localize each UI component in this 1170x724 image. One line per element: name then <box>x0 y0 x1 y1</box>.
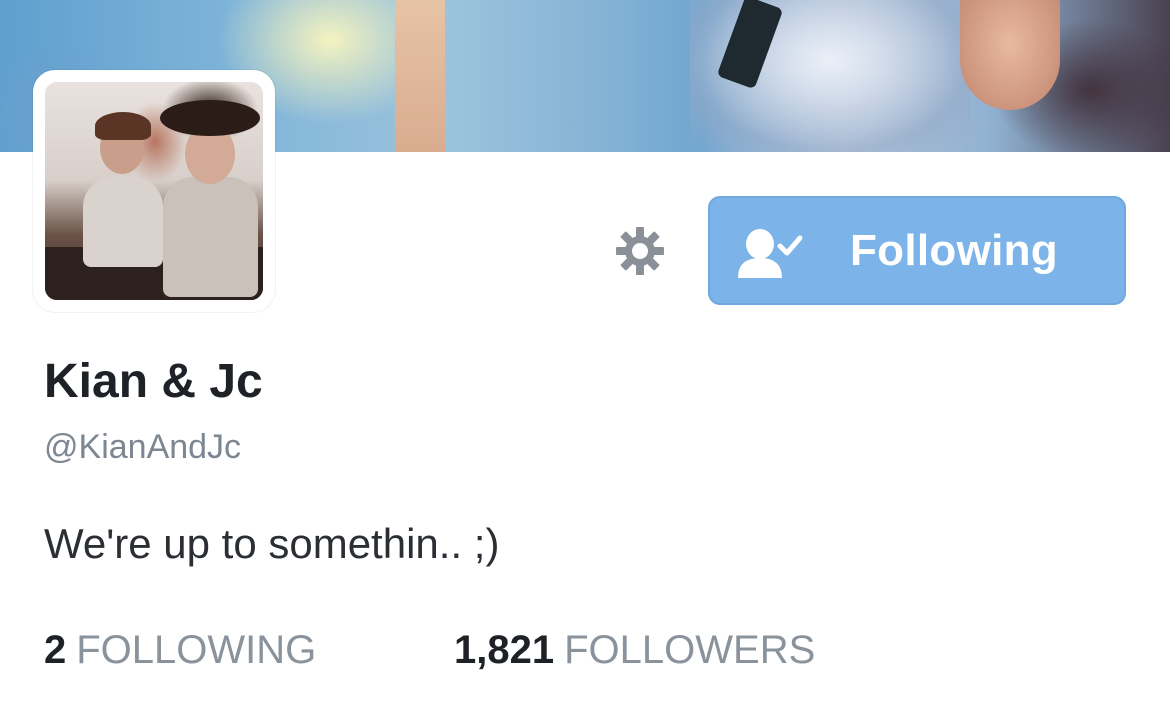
following-stat[interactable]: 2 FOLLOWING <box>44 628 316 673</box>
avatar-image <box>45 82 263 300</box>
followers-stat[interactable]: 1,821 FOLLOWERS <box>454 628 815 673</box>
following-count: 2 <box>44 628 67 672</box>
person-check-icon <box>734 222 804 282</box>
following-button[interactable]: Following <box>708 196 1126 305</box>
following-button-label: Following <box>850 226 1058 275</box>
profile-bio: We're up to somethin.. ;) <box>44 520 500 567</box>
gear-icon[interactable] <box>610 221 670 281</box>
following-label: FOLLOWING <box>76 628 317 672</box>
profile-avatar[interactable] <box>33 70 275 312</box>
profile-handle: @KianAndJc <box>44 428 242 466</box>
followers-count: 1,821 <box>454 628 555 672</box>
profile-stats: 2 FOLLOWING 1,821 FOLLOWERS <box>44 628 1044 678</box>
followers-label: FOLLOWERS <box>564 628 816 672</box>
profile-display-name: Kian & Jc <box>44 355 263 408</box>
